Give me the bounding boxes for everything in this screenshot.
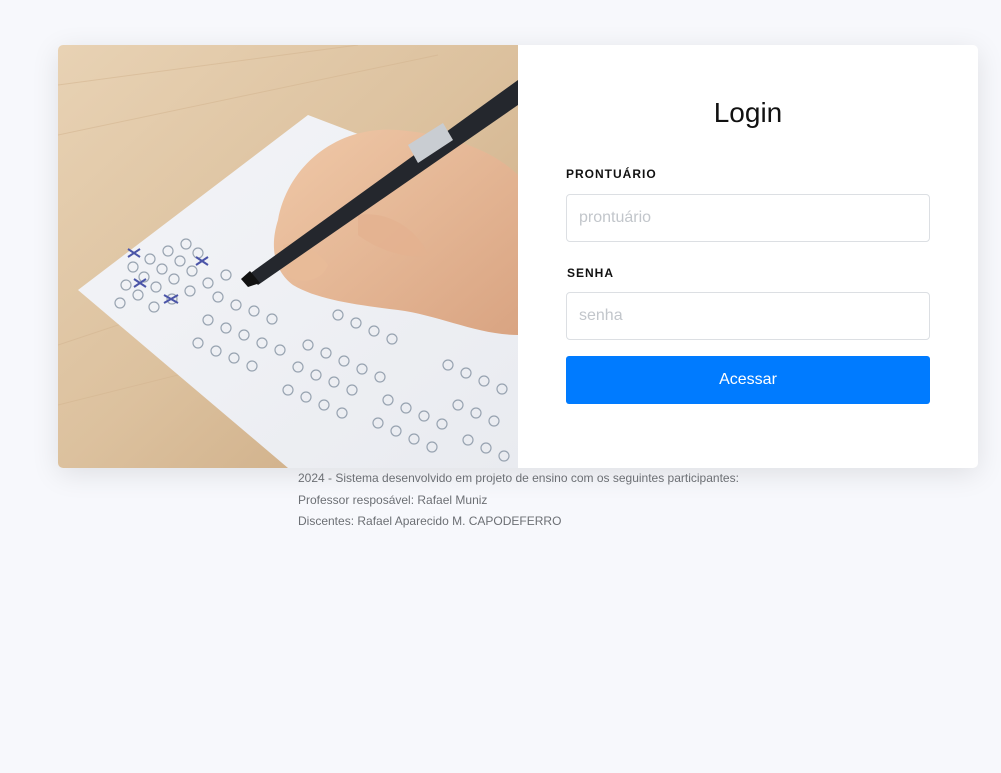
acessar-button[interactable]: Acessar: [566, 356, 930, 404]
senha-input[interactable]: [566, 292, 930, 340]
footer-line-students: Discentes: Rafael Aparecido M. CAPODEFER…: [298, 514, 562, 528]
prontuario-label: PRONTUÁRIO: [566, 167, 657, 181]
footer-line-system: 2024 - Sistema desenvolvido em projeto d…: [298, 471, 739, 485]
footer-line-professor: Professor resposável: Rafael Muniz: [298, 492, 488, 507]
footer-credits: 2024 - Sistema desenvolvido em projeto d…: [298, 470, 739, 535]
login-card: Login PRONTUÁRIO SENHA Acessar: [58, 45, 978, 468]
prontuario-input[interactable]: [566, 194, 930, 242]
login-title: Login: [713, 97, 783, 128]
senha-label: SENHA: [567, 266, 615, 280]
answer-sheet-photo: [58, 45, 518, 468]
